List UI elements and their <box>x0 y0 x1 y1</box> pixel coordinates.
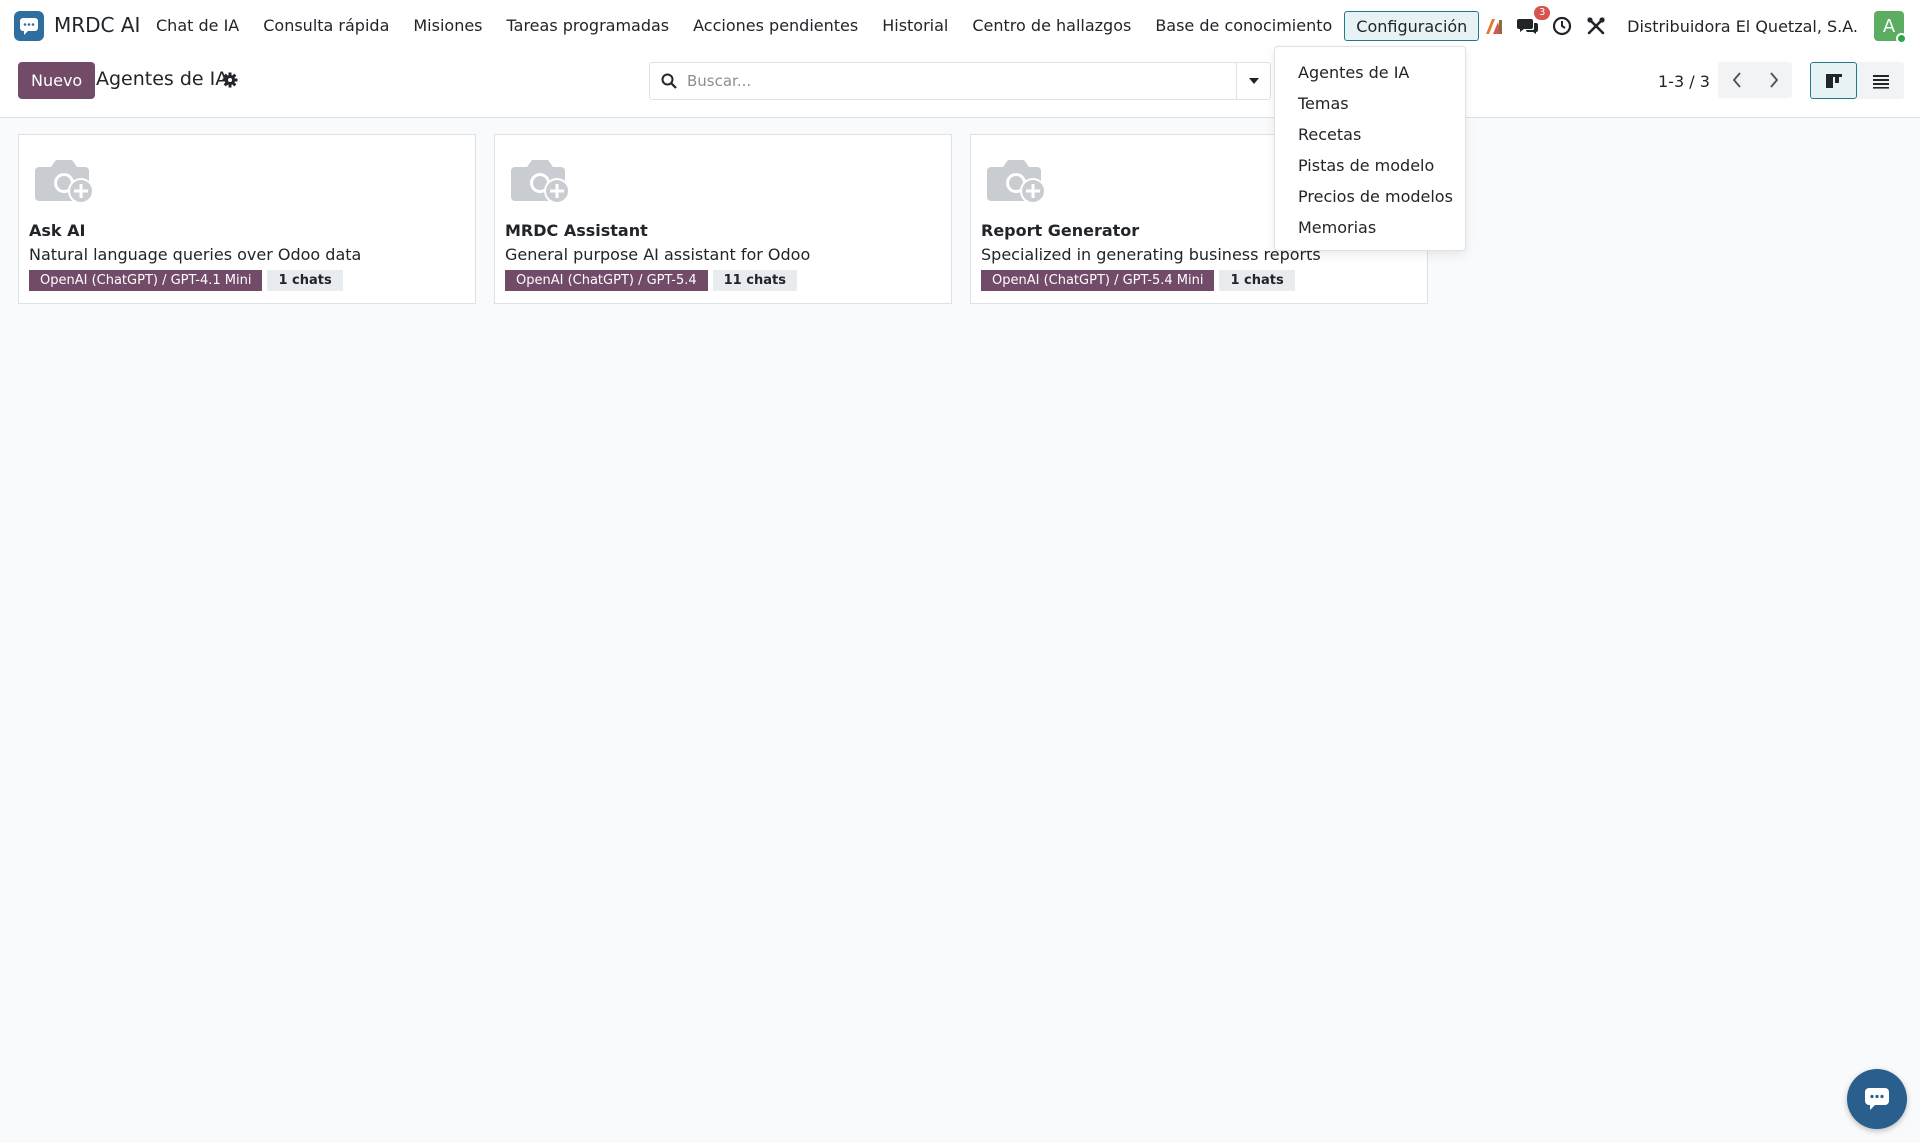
model-tag: OpenAI (ChatGPT) / GPT-5.4 Mini <box>981 270 1215 291</box>
chevron-left-icon <box>1732 72 1741 88</box>
menu-item-configuracion[interactable]: Configuración <box>1344 11 1480 41</box>
dropdown-item-precios-modelos[interactable]: Precios de modelos <box>1275 181 1465 212</box>
menu-item-acciones-pendientes[interactable]: Acciones pendientes <box>681 11 870 41</box>
list-view-button[interactable] <box>1857 62 1904 99</box>
search-options-toggle[interactable] <box>1236 63 1270 99</box>
model-tag: OpenAI (ChatGPT) / GPT-4.1 Mini <box>29 270 263 291</box>
app-name[interactable]: MRDC AI <box>54 13 140 37</box>
camera-plus-icon <box>35 155 97 207</box>
card-tags: OpenAI (ChatGPT) / GPT-5.4 Mini 1 chats <box>981 270 1295 291</box>
dropdown-item-memorias[interactable]: Memorias <box>1275 212 1465 243</box>
page-title: Agentes de IA <box>96 68 229 90</box>
kanban-card[interactable]: Ask AI Natural language queries over Odo… <box>18 134 476 304</box>
kanban-view: Ask AI Natural language queries over Odo… <box>18 134 1446 304</box>
chats-count-tag: 11 chats <box>712 270 797 291</box>
caret-down-icon <box>1248 78 1259 84</box>
pager-buttons <box>1718 62 1792 98</box>
card-tags: OpenAI (ChatGPT) / GPT-4.1 Mini 1 chats <box>29 270 343 291</box>
floating-chat-button[interactable] <box>1847 1069 1907 1129</box>
menu-item-consulta-rapida[interactable]: Consulta rápida <box>251 11 401 41</box>
gear-icon[interactable] <box>222 72 238 88</box>
ai-logo-icon[interactable] <box>1482 14 1506 38</box>
new-button[interactable]: Nuevo <box>18 62 96 99</box>
dropdown-item-pistas-modelo[interactable]: Pistas de modelo <box>1275 150 1465 181</box>
app-chat-icon[interactable] <box>14 11 44 41</box>
menu-item-tareas-programadas[interactable]: Tareas programadas <box>495 11 682 41</box>
card-title: Report Generator <box>981 221 1140 240</box>
kanban-card[interactable]: MRDC Assistant General purpose AI assist… <box>494 134 952 304</box>
configuracion-dropdown: Agentes de IA Temas Recetas Pistas de mo… <box>1274 46 1466 251</box>
menu-item-chat-ia[interactable]: Chat de IA <box>144 11 251 41</box>
online-status-dot <box>1896 33 1907 44</box>
chevron-right-icon <box>1769 72 1778 88</box>
kanban-icon <box>1825 73 1842 88</box>
dropdown-item-recetas[interactable]: Recetas <box>1275 119 1465 150</box>
chat-bubble-icon <box>20 18 38 35</box>
dropdown-item-temas[interactable]: Temas <box>1275 88 1465 119</box>
company-name[interactable]: Distribuidora El Quetzal, S.A. <box>1627 17 1858 36</box>
avatar-initial: A <box>1882 15 1896 37</box>
camera-plus-icon <box>987 155 1049 207</box>
pager-previous-button[interactable] <box>1718 62 1755 98</box>
card-description: Specialized in generating business repor… <box>981 245 1321 264</box>
tools-icon[interactable] <box>1584 14 1608 38</box>
card-tags: OpenAI (ChatGPT) / GPT-5.4 11 chats <box>505 270 797 291</box>
chats-count-tag: 1 chats <box>267 270 343 291</box>
dropdown-item-agentes-ia[interactable]: Agentes de IA <box>1275 57 1465 88</box>
card-title: MRDC Assistant <box>505 221 648 240</box>
menu-item-centro-hallazgos[interactable]: Centro de hallazgos <box>960 11 1143 41</box>
view-switcher <box>1810 62 1904 99</box>
kanban-view-button[interactable] <box>1810 62 1857 99</box>
search-input[interactable] <box>687 72 1236 90</box>
clock-icon[interactable] <box>1550 14 1574 38</box>
search-box <box>649 62 1271 100</box>
user-avatar[interactable]: A <box>1874 11 1907 44</box>
chats-count-tag: 1 chats <box>1219 270 1295 291</box>
card-description: Natural language queries over Odoo data <box>29 245 362 264</box>
pager-next-button[interactable] <box>1755 62 1792 98</box>
chat-bubble-icon <box>1865 1088 1889 1110</box>
main-menu: Chat de IA Consulta rápida Misiones Tare… <box>144 0 1480 52</box>
menu-item-base-conocimiento[interactable]: Base de conocimiento <box>1143 11 1344 41</box>
list-icon <box>1872 74 1889 89</box>
discuss-icon[interactable]: 3 <box>1516 6 1551 38</box>
menu-item-misiones[interactable]: Misiones <box>401 11 494 41</box>
card-title: Ask AI <box>29 221 86 240</box>
model-tag: OpenAI (ChatGPT) / GPT-5.4 <box>505 270 708 291</box>
control-panel: Nuevo Agentes de IA 1-3 / 3 <box>0 52 1920 118</box>
pager-value[interactable]: 1-3 / 3 <box>1658 72 1710 91</box>
search-icon <box>661 73 677 89</box>
menu-item-historial[interactable]: Historial <box>870 11 960 41</box>
chat-badge: 3 <box>1534 6 1551 20</box>
systray: 3 Distribuidora El Quetzal, S.A. A <box>1477 0 1920 52</box>
camera-plus-icon <box>511 155 573 207</box>
card-description: General purpose AI assistant for Odoo <box>505 245 811 264</box>
top-navbar: MRDC AI Chat de IA Consulta rápida Misio… <box>0 0 1920 52</box>
